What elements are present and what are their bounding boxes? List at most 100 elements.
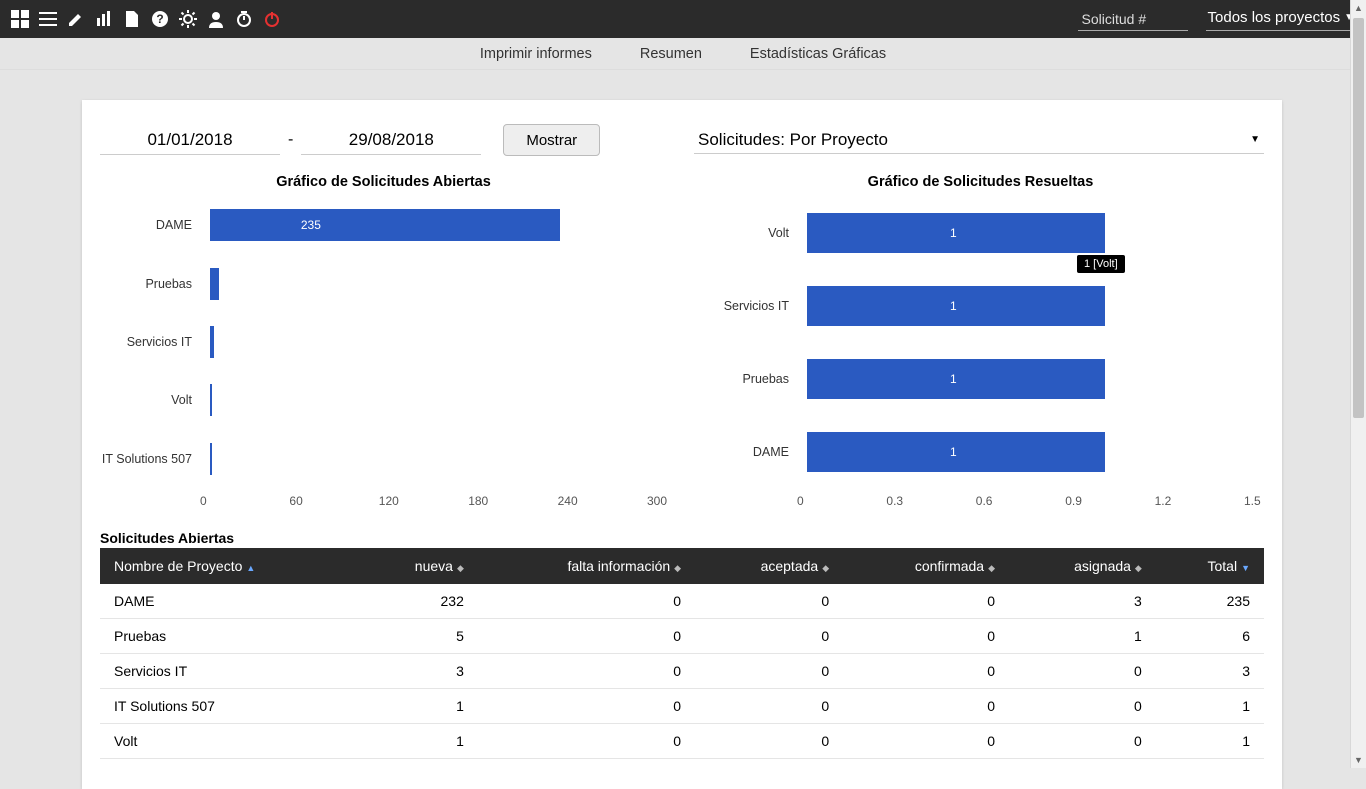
chevron-down-icon: ▼ xyxy=(1250,134,1260,145)
nav-print[interactable]: Imprimir informes xyxy=(480,46,592,62)
cell-name: Volt xyxy=(100,724,360,759)
show-button[interactable]: Mostrar xyxy=(503,124,600,156)
chart-bar[interactable]: 235 xyxy=(210,209,657,241)
chart-xtick: 1.5 xyxy=(1244,494,1261,508)
cell-falta: 0 xyxy=(478,584,695,619)
cell-nueva: 1 xyxy=(360,689,478,724)
scroll-thumb[interactable] xyxy=(1353,18,1364,418)
th-nueva[interactable]: nueva◆ xyxy=(360,548,478,584)
cell-aceptada: 0 xyxy=(695,654,843,689)
chart-category-label: Volt xyxy=(697,213,797,253)
chart-bar[interactable] xyxy=(210,326,657,358)
chart-bar-value: 1 xyxy=(950,432,1248,472)
chart-bar[interactable]: 1 xyxy=(807,432,1254,472)
chart-bar[interactable]: 1 xyxy=(807,359,1254,399)
edit-icon[interactable] xyxy=(66,9,86,29)
document-icon[interactable] xyxy=(122,9,142,29)
date-separator: - xyxy=(280,131,301,149)
chart-category-label: DAME xyxy=(697,432,797,472)
th-asignada[interactable]: asignada◆ xyxy=(1009,548,1156,584)
chart-bar[interactable] xyxy=(210,384,657,416)
cell-confirmada: 0 xyxy=(843,619,1009,654)
cell-total: 235 xyxy=(1156,584,1264,619)
gear-icon[interactable] xyxy=(178,9,198,29)
cell-total: 6 xyxy=(1156,619,1264,654)
chart-resolved-title: Gráfico de Solicitudes Resueltas xyxy=(697,174,1264,190)
chart-tooltip: 1 [Volt] xyxy=(1077,255,1125,273)
open-requests-table: Nombre de Proyecto▲ nueva◆ falta informa… xyxy=(100,548,1264,759)
cell-falta: 0 xyxy=(478,724,695,759)
chart-xtick: 0.9 xyxy=(1065,494,1082,508)
chart-category-label: Servicios IT xyxy=(100,326,200,358)
chart-resolved: Gráfico de Solicitudes Resueltas 1 1 1 1 1 [… xyxy=(697,174,1264,516)
chart-icon[interactable] xyxy=(94,9,114,29)
user-icon[interactable] xyxy=(206,9,226,29)
cell-name: DAME xyxy=(100,584,360,619)
cell-aceptada: 0 xyxy=(695,724,843,759)
search-input[interactable] xyxy=(1078,8,1188,31)
scroll-up-icon[interactable]: ▲ xyxy=(1351,0,1366,16)
help-icon[interactable]: ? xyxy=(150,9,170,29)
chart-bar-value: 1 xyxy=(950,213,1248,253)
chart-resolved-area: 11111 [Volt] 00.30.60.91.21.5 VoltServic… xyxy=(697,196,1264,516)
chart-bar[interactable]: 1 xyxy=(807,213,1254,253)
topbar: ? Todos los proyectos ▼ xyxy=(0,0,1366,38)
cell-confirmada: 0 xyxy=(843,689,1009,724)
cell-nueva: 232 xyxy=(360,584,478,619)
th-aceptada[interactable]: aceptada◆ xyxy=(695,548,843,584)
chart-xtick: 180 xyxy=(468,494,488,508)
table-body: DAME2320003235Pruebas500016Servicios IT3… xyxy=(100,584,1264,759)
cell-falta: 0 xyxy=(478,619,695,654)
th-confirmada[interactable]: confirmada◆ xyxy=(843,548,1009,584)
chart-bar-value: 1 xyxy=(950,359,1248,399)
scroll-down-icon[interactable]: ▼ xyxy=(1351,752,1366,768)
date-to-input[interactable] xyxy=(301,125,481,155)
cell-name: Pruebas xyxy=(100,619,360,654)
cell-nueva: 3 xyxy=(360,654,478,689)
table-row[interactable]: Servicios IT300003 xyxy=(100,654,1264,689)
th-total[interactable]: Total▼ xyxy=(1156,548,1264,584)
date-from-input[interactable] xyxy=(100,125,280,155)
table-row[interactable]: IT Solutions 507100001 xyxy=(100,689,1264,724)
cell-total: 3 xyxy=(1156,654,1264,689)
cell-nueva: 5 xyxy=(360,619,478,654)
cell-aceptada: 0 xyxy=(695,689,843,724)
list-icon[interactable] xyxy=(38,9,58,29)
cell-confirmada: 0 xyxy=(843,584,1009,619)
cell-confirmada: 0 xyxy=(843,654,1009,689)
th-falta[interactable]: falta información◆ xyxy=(478,548,695,584)
cell-falta: 0 xyxy=(478,689,695,724)
th-name[interactable]: Nombre de Proyecto▲ xyxy=(100,548,360,584)
chart-xtick: 0.6 xyxy=(976,494,993,508)
table-row[interactable]: DAME2320003235 xyxy=(100,584,1264,619)
chart-xtick: 0 xyxy=(797,494,804,508)
table-row[interactable]: Volt100001 xyxy=(100,724,1264,759)
page-scrollbar[interactable]: ▲ ▼ xyxy=(1350,0,1366,768)
timer-icon[interactable] xyxy=(234,9,254,29)
nav-summary[interactable]: Resumen xyxy=(640,46,702,62)
nav-stats[interactable]: Estadísticas Gráficas xyxy=(750,46,886,62)
main-panel: - Mostrar Solicitudes: Por Proyecto ▼ Gr… xyxy=(82,100,1282,789)
cell-asignada: 1 xyxy=(1009,619,1156,654)
cell-falta: 0 xyxy=(478,654,695,689)
chart-open: Gráfico de Solicitudes Abiertas 235 0601… xyxy=(100,174,667,516)
table-row[interactable]: Pruebas500016 xyxy=(100,619,1264,654)
chart-bar[interactable]: 1 xyxy=(807,286,1254,326)
report-type-select[interactable]: Solicitudes: Por Proyecto ▼ xyxy=(694,126,1264,154)
cell-confirmada: 0 xyxy=(843,724,1009,759)
chart-xtick: 300 xyxy=(647,494,667,508)
report-type-label: Solicitudes: Por Proyecto xyxy=(698,130,888,150)
dashboard-icon[interactable] xyxy=(10,9,30,29)
cell-total: 1 xyxy=(1156,724,1264,759)
filters-row: - Mostrar Solicitudes: Por Proyecto ▼ xyxy=(100,124,1264,156)
project-selector-label: Todos los proyectos xyxy=(1208,9,1341,26)
chart-xtick: 60 xyxy=(289,494,302,508)
cell-aceptada: 0 xyxy=(695,584,843,619)
project-selector[interactable]: Todos los proyectos ▼ xyxy=(1206,7,1356,31)
chart-bar[interactable] xyxy=(210,268,657,300)
power-icon[interactable] xyxy=(262,9,282,29)
chart-bar[interactable] xyxy=(210,443,657,475)
chart-bar-value: 235 xyxy=(301,209,651,241)
chart-xtick: 0.3 xyxy=(886,494,903,508)
chart-category-label: Volt xyxy=(100,384,200,416)
